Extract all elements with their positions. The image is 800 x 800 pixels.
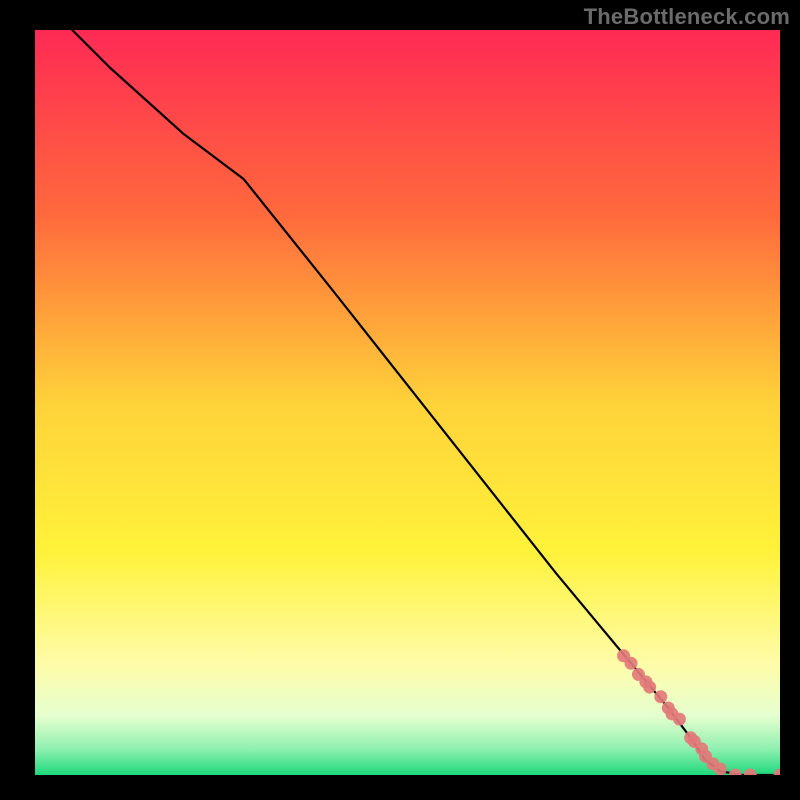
watermark-text: TheBottleneck.com [584, 4, 790, 30]
chart-plot [35, 30, 780, 775]
data-point [625, 657, 638, 670]
data-point [654, 690, 667, 703]
chart-svg [35, 30, 780, 775]
data-point [714, 763, 727, 775]
data-point [673, 713, 686, 726]
chart-frame: TheBottleneck.com [0, 0, 800, 800]
data-point [643, 681, 656, 694]
chart-background [35, 30, 780, 775]
